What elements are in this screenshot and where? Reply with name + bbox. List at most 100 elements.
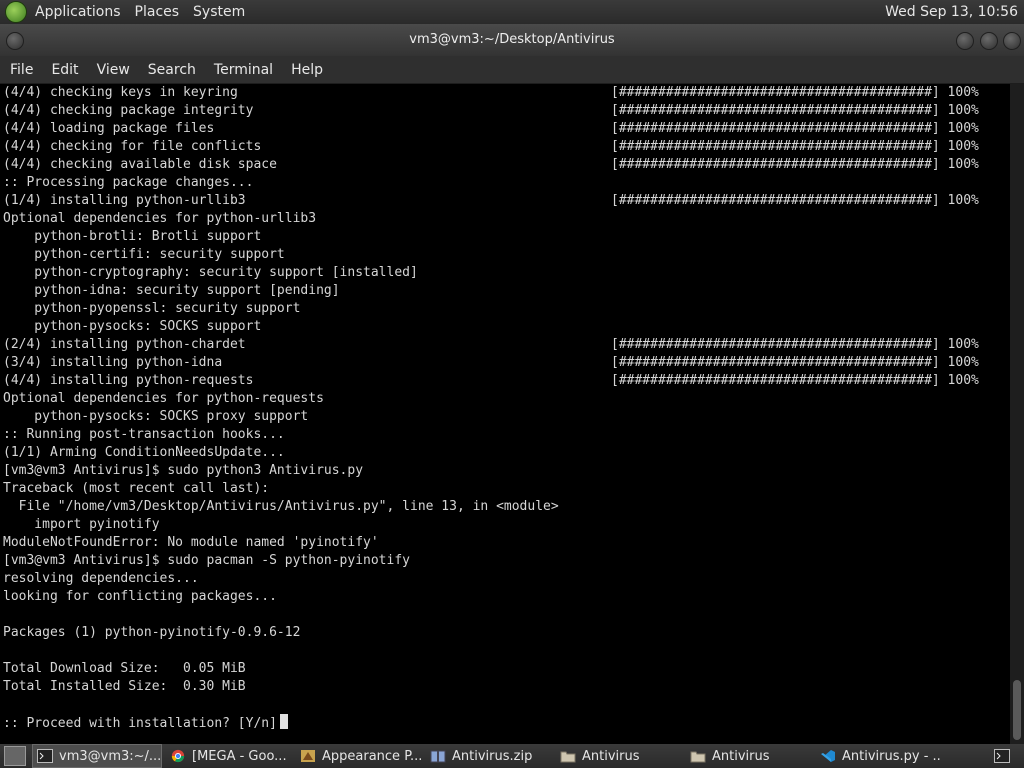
prompt-text: :: Proceed with installation? [Y/n] [3,716,277,731]
progress-bar-text: [#######################################… [611,85,979,100]
appearance-icon [300,749,316,763]
taskbar-item-label: Antivirus.zip [452,748,533,764]
progress-bar-text: [#######################################… [611,121,979,136]
terminal-line: [vm3@vm3 Antivirus]$ sudo python3 Antivi… [0,462,1010,480]
terminal-line-text: (2/4) installing python-chardet [3,337,246,352]
terminal-line: (4/4) loading package files [############… [0,120,1010,138]
terminal-output[interactable]: (4/4) checking keys in keyring [#########… [0,84,1010,744]
terminal-line: (4/4) installing python-requests [#######… [0,372,1010,390]
terminal-line: :: Running post-transaction hooks... [0,426,1010,444]
taskbar-item[interactable]: Antivirus [686,745,812,767]
menu-view[interactable]: View [97,62,130,78]
menu-file[interactable]: File [10,62,33,78]
terminal-line-text: (3/4) installing python-idna [3,355,223,370]
bottom-taskbar: vm3@vm3:~/... [MEGA - Goo... Appearance P.… [0,744,1024,768]
progress-bar-text: [#######################################… [611,103,979,118]
terminal-line: Optional dependencies for python-urllib3 [0,210,1010,228]
progress-bar-text: [#######################################… [611,373,979,388]
terminal-line: (4/4) checking package integrity [#######… [0,102,1010,120]
system-menu[interactable]: System [193,4,245,20]
top-panel: Applications Places System Wed Sep 13, 1… [0,0,1024,24]
taskbar-item[interactable]: vm3@vm3:~/... [32,744,162,768]
terminal-line-text: import pyinotify [3,517,160,532]
terminal-line-text: Traceback (most recent call last): [3,481,270,496]
menu-terminal[interactable]: Terminal [214,62,273,78]
terminal-line: (3/4) installing python-idna [###########… [0,354,1010,372]
terminal-line-text: (4/4) installing python-requests [3,373,254,388]
terminal-line: (4/4) checking available disk space [####… [0,156,1010,174]
taskbar-item[interactable]: Appearance P... [296,745,422,767]
terminal-line: (1/1) Arming ConditionNeedsUpdate... [0,444,1010,462]
taskbar-item-label: Antivirus [582,748,640,764]
taskbar-item-label: Antivirus [712,748,770,764]
terminal-line: looking for conflicting packages... [0,588,1010,606]
window-titlebar[interactable]: vm3@vm3:~/Desktop/Antivirus [0,24,1024,56]
terminal-line-text: python-idna: security support [pending] [3,283,340,298]
show-desktop-button[interactable] [4,746,26,766]
terminal-line-text: (1/1) Arming ConditionNeedsUpdate... [3,445,285,460]
clock[interactable]: Wed Sep 13, 10:56 [885,4,1018,20]
taskbar-item[interactable]: Antivirus [556,745,682,767]
terminal-line-text: Total Installed Size: 0.30 MiB [3,679,246,694]
chrome-icon [170,749,186,763]
progress-bar-text: [#######################################… [611,139,979,154]
terminal-line-text: Total Download Size: 0.05 MiB [3,661,246,676]
terminal-line-text: (4/4) checking available disk space [3,157,277,172]
text-cursor [279,714,288,729]
applications-menu[interactable]: Applications [35,4,121,20]
terminal-line-text: :: Processing package changes... [3,175,254,190]
terminal-line: [vm3@vm3 Antivirus]$ sudo pacman -S pyth… [0,552,1010,570]
maximize-button[interactable] [980,32,998,50]
terminal-line-text: looking for conflicting packages... [3,589,277,604]
progress-bar-text: [#######################################… [611,157,979,172]
terminal-line: resolving dependencies... [0,570,1010,588]
terminal-line: python-cryptography: security support [i… [0,264,1010,282]
distro-logo-icon[interactable] [5,1,27,23]
close-button[interactable] [1003,32,1021,50]
minimize-button[interactable] [956,32,974,50]
terminal-line: (1/4) installing python-urllib3 [########… [0,192,1010,210]
terminal-icon [994,749,1010,763]
archive-icon [430,749,446,763]
vscode-icon [820,749,836,763]
menu-edit[interactable]: Edit [51,62,78,78]
terminal-scrollbar[interactable] [1010,84,1024,744]
scrollbar-thumb[interactable] [1013,680,1021,740]
terminal-line: Packages (1) python-pyinotify-0.9.6-12 [0,624,1010,642]
terminal-line-text: Packages (1) python-pyinotify-0.9.6-12 [3,625,301,640]
terminal-icon [37,749,53,763]
terminal-line-text: (4/4) checking for file conflicts [3,139,262,154]
tray-terminal-button[interactable] [990,745,1020,767]
menu-search[interactable]: Search [148,62,196,78]
taskbar-item[interactable]: [MEGA - Goo... [166,745,292,767]
terminal-prompt-line[interactable]: :: Proceed with installation? [Y/n] [0,714,1010,732]
terminal-line: python-pysocks: SOCKS proxy support [0,408,1010,426]
terminal-line-text: python-cryptography: security support [i… [3,265,418,280]
menu-help[interactable]: Help [291,62,323,78]
window-title: vm3@vm3:~/Desktop/Antivirus [409,32,615,47]
terminal-line-text: python-pyopenssl: security support [3,301,301,316]
terminal-line: ModuleNotFoundError: No module named 'py… [0,534,1010,552]
terminal-line-text: :: Running post-transaction hooks... [3,427,285,442]
terminal-line: python-pyopenssl: security support [0,300,1010,318]
terminal-line-text: (4/4) checking keys in keyring [3,85,238,100]
terminal-line: Optional dependencies for python-request… [0,390,1010,408]
terminal-menubar: File Edit View Search Terminal Help [0,56,1024,84]
terminal-line-text: [vm3@vm3 Antivirus]$ sudo pacman -S pyth… [3,553,410,568]
taskbar-item[interactable]: Antivirus.py - ... [816,745,942,767]
places-menu[interactable]: Places [135,4,180,20]
terminal-line-text: (4/4) checking package integrity [3,103,254,118]
progress-bar-text: [#######################################… [611,355,979,370]
terminal-line: Traceback (most recent call last): [0,480,1010,498]
terminal-line-text: resolving dependencies... [3,571,199,586]
taskbar-item[interactable]: Antivirus.zip [426,745,552,767]
terminal-line: python-pysocks: SOCKS support [0,318,1010,336]
terminal-line: (2/4) installing python-chardet [########… [0,336,1010,354]
terminal-line-text: python-pysocks: SOCKS proxy support [3,409,309,424]
terminal-line-text: (1/4) installing python-urllib3 [3,193,246,208]
taskbar-item-label: [MEGA - Goo... [192,748,287,764]
folder-icon [560,749,576,763]
